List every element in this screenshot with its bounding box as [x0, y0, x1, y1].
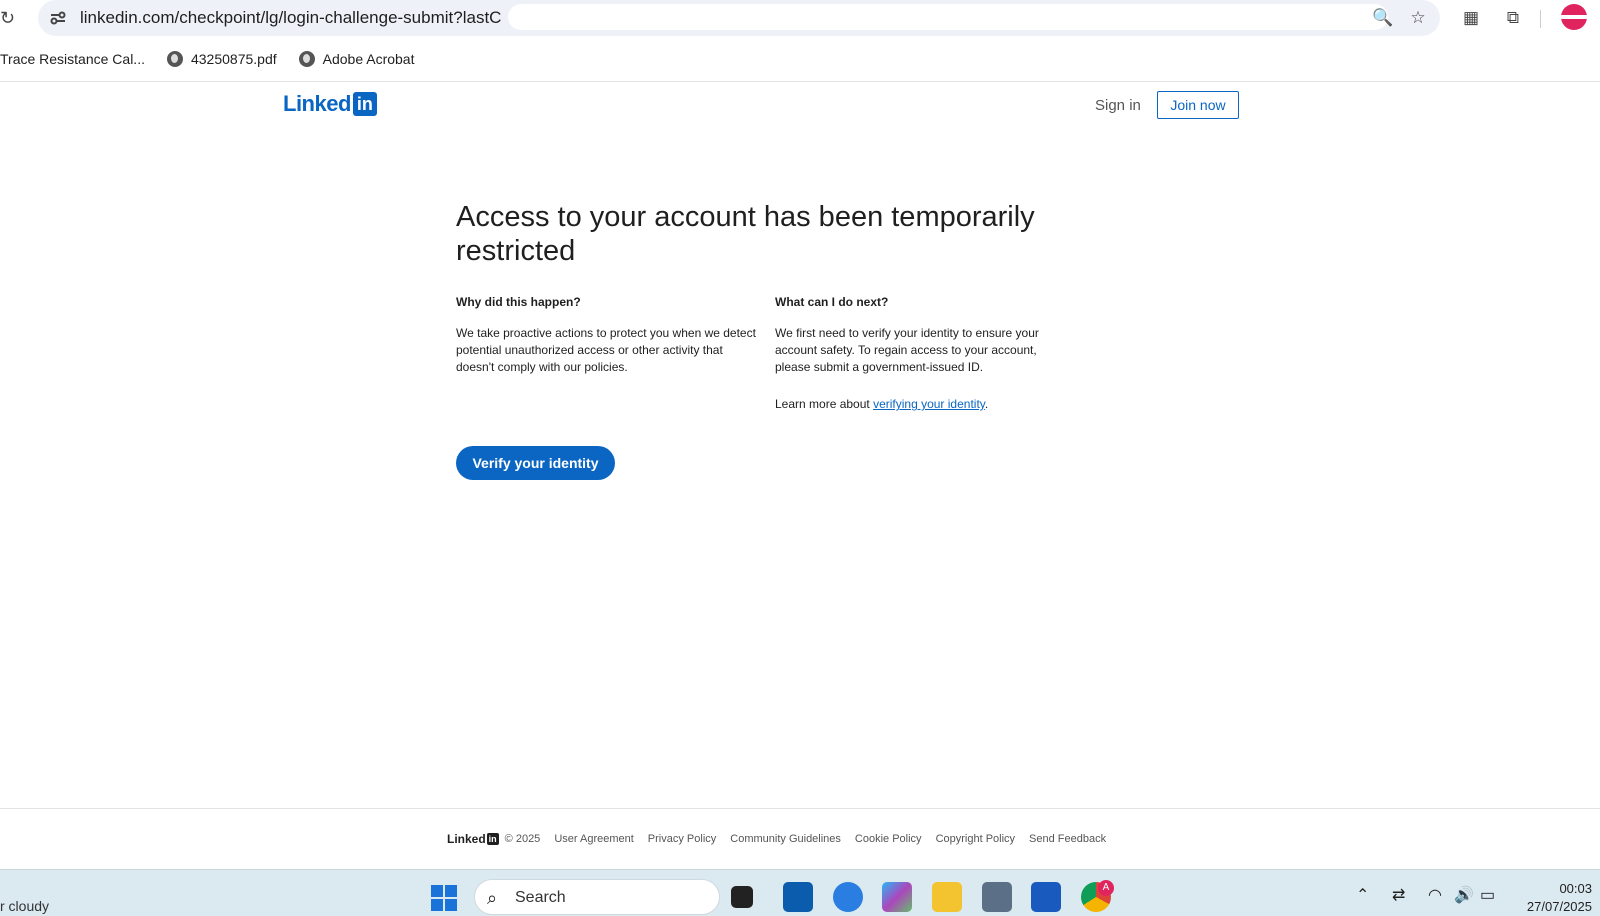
verify-identity-button[interactable]: Verify your identity [456, 446, 615, 480]
footer-copyright: © 2025 [504, 833, 541, 845]
bookmark-label: Adobe Acrobat [322, 51, 415, 67]
clock-time: 00:03 [1559, 881, 1592, 896]
globe-icon [298, 51, 315, 67]
page-title: Access to your account has been temporar… [456, 201, 1035, 267]
switch-icon[interactable]: ⇄ [1392, 885, 1405, 905]
bookmark-label: Trace Resistance Cal... [0, 51, 145, 67]
logo-wordmark: Linked [283, 91, 351, 116]
logo-in-box: in [352, 92, 377, 116]
learn-more-suffix: . [984, 397, 989, 411]
bookmark-label: 43250875.pdf [190, 51, 277, 67]
footer-link-privacy-policy[interactable]: Privacy Policy [648, 833, 716, 845]
learn-more-prefix: Learn more about [775, 397, 874, 411]
wifi-icon[interactable]: ◠ [1428, 885, 1442, 905]
learn-more-text: Learn more about verifying your identity… [775, 396, 1075, 413]
taskbar-search-label: Search [515, 889, 566, 906]
m365-copilot-icon[interactable] [882, 882, 912, 912]
bookmark-item[interactable]: Adobe Acrobat [298, 51, 415, 67]
word-icon[interactable] [1031, 882, 1061, 912]
browser-toolbar: ↻ linkedin.com/checkpoint/lg/login-chall… [0, 0, 1600, 82]
footer-logo-box: in [486, 833, 499, 845]
qr-code-icon[interactable]: ▦ [1460, 7, 1482, 29]
address-bar[interactable]: linkedin.com/checkpoint/lg/login-challen… [38, 0, 1440, 36]
taskbar-search-box[interactable]: ⌕ Search [474, 879, 720, 915]
next-body: We first need to verify your identity to… [775, 326, 1039, 374]
footer-link-copyright-policy[interactable]: Copyright Policy [936, 833, 1015, 845]
zoom-icon[interactable]: 🔍 [1372, 8, 1393, 28]
battery-icon[interactable]: ▭ [1480, 885, 1495, 905]
site-info-icon[interactable] [48, 8, 68, 28]
url-redaction [508, 4, 1388, 30]
next-heading: What can I do next? [775, 295, 889, 309]
verifying-identity-link[interactable]: verifying your identity [873, 397, 985, 411]
file-explorer-icon[interactable] [932, 882, 962, 912]
why-heading: Why did this happen? [456, 295, 581, 309]
footer-divider [0, 808, 1600, 809]
toolbar-divider [1540, 10, 1541, 28]
volume-icon[interactable]: 🔊 [1454, 885, 1474, 905]
next-section: What can I do next? We first need to ver… [775, 295, 1075, 413]
footer-link-user-agreement[interactable]: User Agreement [554, 833, 633, 845]
footer-link-send-feedback[interactable]: Send Feedback [1029, 833, 1106, 845]
footer-link-community-guidelines[interactable]: Community Guidelines [730, 833, 841, 845]
sign-in-link[interactable]: Sign in [1095, 97, 1141, 114]
globe-icon [166, 51, 183, 67]
join-now-button[interactable]: Join now [1157, 91, 1239, 119]
extensions-icon[interactable]: ⧉ [1502, 7, 1524, 29]
camera-icon[interactable] [982, 882, 1012, 912]
footer-logo: Linked in [447, 832, 499, 846]
chrome-notification-badge: A [1098, 880, 1114, 896]
profile-avatar[interactable] [1561, 4, 1587, 30]
system-clock[interactable]: 00:03 27/07/2025 [1500, 880, 1592, 916]
search-icon: ⌕ [487, 888, 498, 908]
windows-start-icon[interactable] [431, 885, 457, 911]
why-body: We take proactive actions to protect you… [456, 326, 756, 374]
footer-link-cookie-policy[interactable]: Cookie Policy [855, 833, 922, 845]
footer-logo-word: Linked [447, 832, 486, 846]
linkedin-logo[interactable]: Linked in [283, 91, 377, 117]
bookmarks-bar: Trace Resistance Cal... 43250875.pdf Ado… [0, 48, 436, 70]
clock-date: 27/07/2025 [1526, 899, 1592, 914]
why-section: Why did this happen? We take proactive a… [456, 295, 756, 376]
reload-icon[interactable]: ↻ [0, 8, 20, 28]
bookmark-item[interactable]: 43250875.pdf [166, 51, 277, 67]
task-view-icon[interactable] [731, 886, 753, 908]
chat-icon[interactable] [833, 882, 863, 912]
bookmark-star-icon[interactable]: ☆ [1408, 8, 1428, 28]
windows-taskbar: r cloudy ⌕ Search A ⌃ ⇄ ◠ 🔊 ▭ 00:03 27/0… [0, 869, 1600, 916]
weather-widget[interactable]: r cloudy [0, 898, 49, 914]
footer: Linked in © 2025 User Agreement Privacy P… [447, 832, 1120, 846]
store-icon[interactable] [783, 882, 813, 912]
chevron-up-icon[interactable]: ⌃ [1356, 885, 1369, 905]
bookmark-item[interactable]: Trace Resistance Cal... [0, 51, 145, 67]
